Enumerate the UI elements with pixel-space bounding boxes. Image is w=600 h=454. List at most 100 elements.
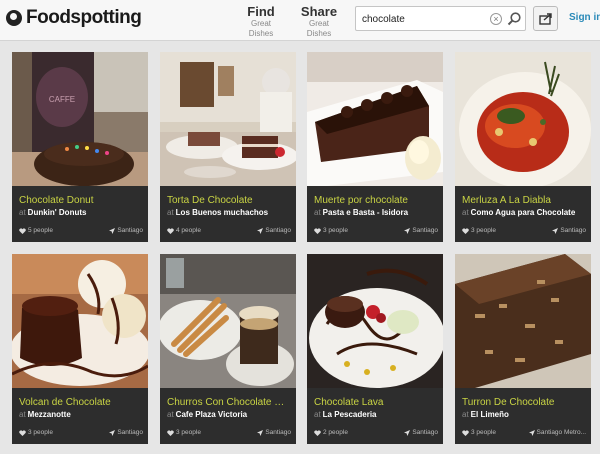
restaurant-name[interactable]: at Cafe Plaza Victoria (167, 410, 291, 419)
restaurant-label: Como Agua para Chocolate (470, 208, 576, 217)
dish-name[interactable]: Churros Con Chocolate Caliente (167, 397, 291, 408)
dish-photo[interactable] (307, 254, 443, 388)
nav-share-subtitle: Great Dishes (306, 19, 332, 38)
share-button[interactable] (533, 6, 558, 31)
location-label: Santiago (560, 227, 586, 234)
location-label: Santiago (117, 429, 143, 436)
location[interactable]: Santiago (257, 227, 291, 234)
logo[interactable]: Foodspotting (6, 6, 142, 30)
search-input[interactable] (362, 11, 482, 27)
restaurant-label: Dunkin' Donuts (27, 208, 87, 217)
dish-card[interactable]: Muerte por chocolate at Pasta e Basta - I… (307, 52, 443, 242)
dish-name[interactable]: Volcan de Chocolate (19, 397, 143, 408)
top-bar: Foodspotting Find Great Dishes Share Gre… (0, 0, 600, 41)
restaurant-name[interactable]: at Como Agua para Chocolate (462, 208, 586, 217)
restaurant-name[interactable]: at Pasta e Basta - Isidora (314, 208, 438, 217)
location[interactable]: Santiago (257, 429, 291, 436)
location-arrow-icon (109, 227, 116, 234)
people-label: 3 people (323, 227, 348, 234)
people-label: 3 people (471, 227, 496, 234)
card-meta: 3 people Santiago (19, 429, 143, 439)
restaurant-label: El Limeño (470, 410, 509, 419)
card-meta: 3 people Santiago (462, 227, 586, 237)
at-label: at (462, 410, 469, 419)
people-count[interactable]: 3 people (19, 429, 53, 436)
restaurant-name[interactable]: at Mezzanotte (19, 410, 143, 419)
search-icon[interactable] (506, 11, 522, 27)
nav-find-subtitle: Great Dishes (248, 19, 274, 38)
location-label: Santiago (412, 227, 438, 234)
dish-photo[interactable] (307, 52, 443, 186)
nav-share[interactable]: Share Great Dishes (298, 5, 340, 39)
at-label: at (314, 410, 321, 419)
sign-in-link[interactable]: Sign in (569, 12, 600, 23)
dish-card[interactable]: CAFFE Chocolate Donut at Dunkin' Donuts 5… (12, 52, 148, 242)
restaurant-name[interactable]: at Dunkin' Donuts (19, 208, 143, 217)
restaurant-label: Mezzanotte (27, 410, 71, 419)
restaurant-name[interactable]: at El Limeño (462, 410, 586, 419)
search-box: × (355, 6, 526, 31)
dish-card[interactable]: Merluza A La Diabla at Como Agua para Cho… (455, 52, 591, 242)
dish-photo[interactable]: CAFFE (12, 52, 148, 186)
location[interactable]: Santiago (109, 227, 143, 234)
dish-photo[interactable] (455, 254, 591, 388)
dish-name[interactable]: Turron De Chocolate (462, 397, 586, 408)
card-meta: 2 people Santiago (314, 429, 438, 439)
location-label: Santiago (265, 429, 291, 436)
location[interactable]: Santiago (404, 429, 438, 436)
people-label: 5 people (28, 227, 53, 234)
at-label: at (167, 410, 174, 419)
dish-name[interactable]: Muerte por chocolate (314, 195, 438, 206)
dish-photo[interactable] (12, 254, 148, 388)
restaurant-name[interactable]: at La Pescaderia (314, 410, 438, 419)
dish-name[interactable]: Chocolate Donut (19, 195, 143, 206)
people-label: 2 people (323, 429, 348, 436)
location[interactable]: Santiago (552, 227, 586, 234)
heart-icon (167, 227, 174, 234)
people-count[interactable]: 5 people (19, 227, 53, 234)
dish-card[interactable]: Torta De Chocolate at Los Buenos muchacho… (160, 52, 296, 242)
dish-card[interactable]: Turron De Chocolate at El Limeño 3 people… (455, 254, 591, 444)
restaurant-name[interactable]: at Los Buenos muchachos (167, 208, 291, 217)
location[interactable]: Santiago (109, 429, 143, 436)
heart-icon (19, 429, 26, 436)
people-count[interactable]: 3 people (462, 227, 496, 234)
dish-card[interactable]: Churros Con Chocolate Caliente atCafe Pl… (160, 254, 296, 444)
people-count[interactable]: 4 people (167, 227, 201, 234)
dish-photo[interactable] (455, 52, 591, 186)
location-label: Santiago Metro... (536, 429, 587, 436)
at-label: at (19, 208, 26, 217)
restaurant-label: La Pescaderia (322, 410, 377, 419)
people-label: 3 people (28, 429, 53, 436)
people-count[interactable]: 3 people (462, 429, 496, 436)
people-count[interactable]: 2 people (314, 429, 348, 436)
card-meta: 5 people Santiago (19, 227, 143, 237)
nav-share-title: Share (300, 4, 338, 19)
people-count[interactable]: 3 people (314, 227, 348, 234)
card-meta: 3 people Santiago Metro... (462, 429, 586, 439)
people-count[interactable]: 3 people (167, 429, 201, 436)
at-label: at (19, 410, 26, 419)
dish-card[interactable]: Volcan de Chocolate at Mezzanotte 3 peopl… (12, 254, 148, 444)
location-label: Santiago (412, 429, 438, 436)
dish-name[interactable]: Torta De Chocolate (167, 195, 291, 206)
dish-card[interactable]: Chocolate Lava at La Pescaderia 2 people … (307, 254, 443, 444)
location-arrow-icon (552, 227, 559, 234)
dish-name[interactable]: Chocolate Lava (314, 397, 438, 408)
heart-icon (314, 227, 321, 234)
heart-icon (462, 227, 469, 234)
location-arrow-icon (404, 227, 411, 234)
card-meta: 3 people Santiago (314, 227, 438, 237)
location[interactable]: Santiago (404, 227, 438, 234)
dish-name[interactable]: Merluza A La Diabla (462, 195, 586, 206)
location-arrow-icon (109, 429, 116, 436)
clear-search-icon[interactable]: × (490, 13, 502, 25)
card-meta: 3 people Santiago (167, 429, 291, 439)
dish-photo[interactable] (160, 254, 296, 388)
heart-icon (462, 429, 469, 436)
location[interactable]: Santiago Metro... (528, 429, 587, 436)
heart-icon (19, 227, 26, 234)
restaurant-label: Cafe Plaza Victoria (175, 410, 248, 419)
nav-find[interactable]: Find Great Dishes (240, 5, 282, 39)
dish-photo[interactable] (160, 52, 296, 186)
